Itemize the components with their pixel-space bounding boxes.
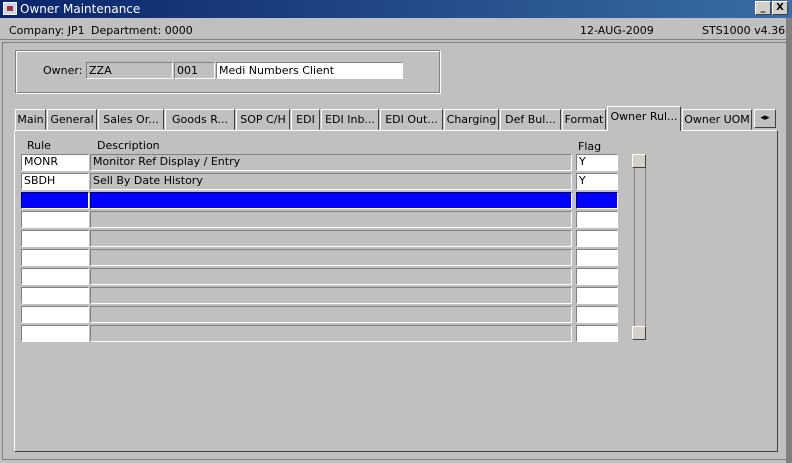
description-cell[interactable]: Monitor Ref Display / Entry <box>90 154 572 171</box>
rule-cell[interactable] <box>21 268 89 285</box>
description-cell[interactable] <box>90 268 572 285</box>
description-cell[interactable]: Sell By Date History <box>90 173 572 190</box>
owner-name-field[interactable]: Medi Numbers Client <box>216 62 403 79</box>
tab-main[interactable]: Main <box>15 109 46 130</box>
rule-cell[interactable] <box>21 230 89 247</box>
department-label: Department: 0000 <box>91 24 193 37</box>
flag-cell[interactable] <box>576 268 618 285</box>
rule-cell[interactable] <box>21 325 89 342</box>
rule-cell[interactable]: SBDH <box>21 173 89 190</box>
flag-cell[interactable]: Y <box>576 154 618 171</box>
tab-goods-received[interactable]: Goods R... <box>165 109 235 130</box>
description-cell[interactable] <box>90 192 572 209</box>
info-bar: Company: JP1 Department: 0000 12-AUG-200… <box>0 20 792 40</box>
grid-scrollbar[interactable] <box>634 154 646 340</box>
flag-cell[interactable] <box>576 230 618 247</box>
description-cell[interactable] <box>90 306 572 323</box>
tab-scroll-arrows[interactable]: ◂▸ <box>754 109 776 128</box>
owner-number-field: 001 <box>174 62 215 79</box>
rule-cell[interactable] <box>21 249 89 266</box>
tab-owner-rules[interactable]: Owner Rul... <box>607 106 681 131</box>
flag-cell[interactable] <box>576 211 618 228</box>
description-cell[interactable] <box>90 211 572 228</box>
tab-charging[interactable]: Charging <box>444 109 499 130</box>
flag-cell[interactable] <box>576 306 618 323</box>
tab-edi-outbound[interactable]: EDI Out... <box>380 109 443 130</box>
description-cell[interactable] <box>90 230 572 247</box>
description-cell[interactable] <box>90 249 572 266</box>
rule-cell[interactable] <box>21 287 89 304</box>
rule-cell[interactable]: MONR <box>21 154 89 171</box>
version-label: STS1000 v4.36 <box>702 24 786 37</box>
tab-sales-orders[interactable]: Sales Or... <box>98 109 164 130</box>
flag-cell[interactable] <box>576 325 618 342</box>
owner-label: Owner: <box>43 64 83 77</box>
rule-column-header: Rule <box>27 139 51 152</box>
tab-general[interactable]: General <box>47 109 97 130</box>
date-label: 12-AUG-2009 <box>580 24 654 37</box>
app-icon <box>3 2 17 15</box>
flag-cell[interactable] <box>576 249 618 266</box>
tab-sop-ch[interactable]: SOP C/H <box>236 109 290 130</box>
tab-edi[interactable]: EDI <box>291 109 320 130</box>
flag-cell[interactable] <box>576 192 618 209</box>
rule-cell[interactable] <box>21 192 89 209</box>
tab-edi-inbound[interactable]: EDI Inb... <box>321 109 379 130</box>
minimize-button[interactable]: _ <box>755 1 771 15</box>
company-label: Company: JP1 <box>9 24 85 37</box>
flag-cell[interactable]: Y <box>576 173 618 190</box>
scrollbar-bottom-thumb[interactable] <box>632 326 646 340</box>
tab-owner-uom[interactable]: Owner UOM <box>682 109 752 130</box>
tab-format[interactable]: Format <box>562 109 606 130</box>
owner-code-field: ZZA <box>86 62 173 79</box>
scrollbar-top-thumb[interactable] <box>632 154 646 168</box>
rule-cell[interactable] <box>21 211 89 228</box>
description-column-header: Description <box>97 139 160 152</box>
tab-def-bulk[interactable]: Def Bul... <box>500 109 561 130</box>
description-cell[interactable] <box>90 287 572 304</box>
flag-column-header: Flag <box>578 140 602 153</box>
rule-cell[interactable] <box>21 306 89 323</box>
flag-cell[interactable] <box>576 287 618 304</box>
title-bar: Owner Maintenance _ X <box>0 0 792 18</box>
close-button[interactable]: X <box>772 1 788 15</box>
window-title: Owner Maintenance <box>20 2 141 16</box>
description-cell[interactable] <box>90 325 572 342</box>
